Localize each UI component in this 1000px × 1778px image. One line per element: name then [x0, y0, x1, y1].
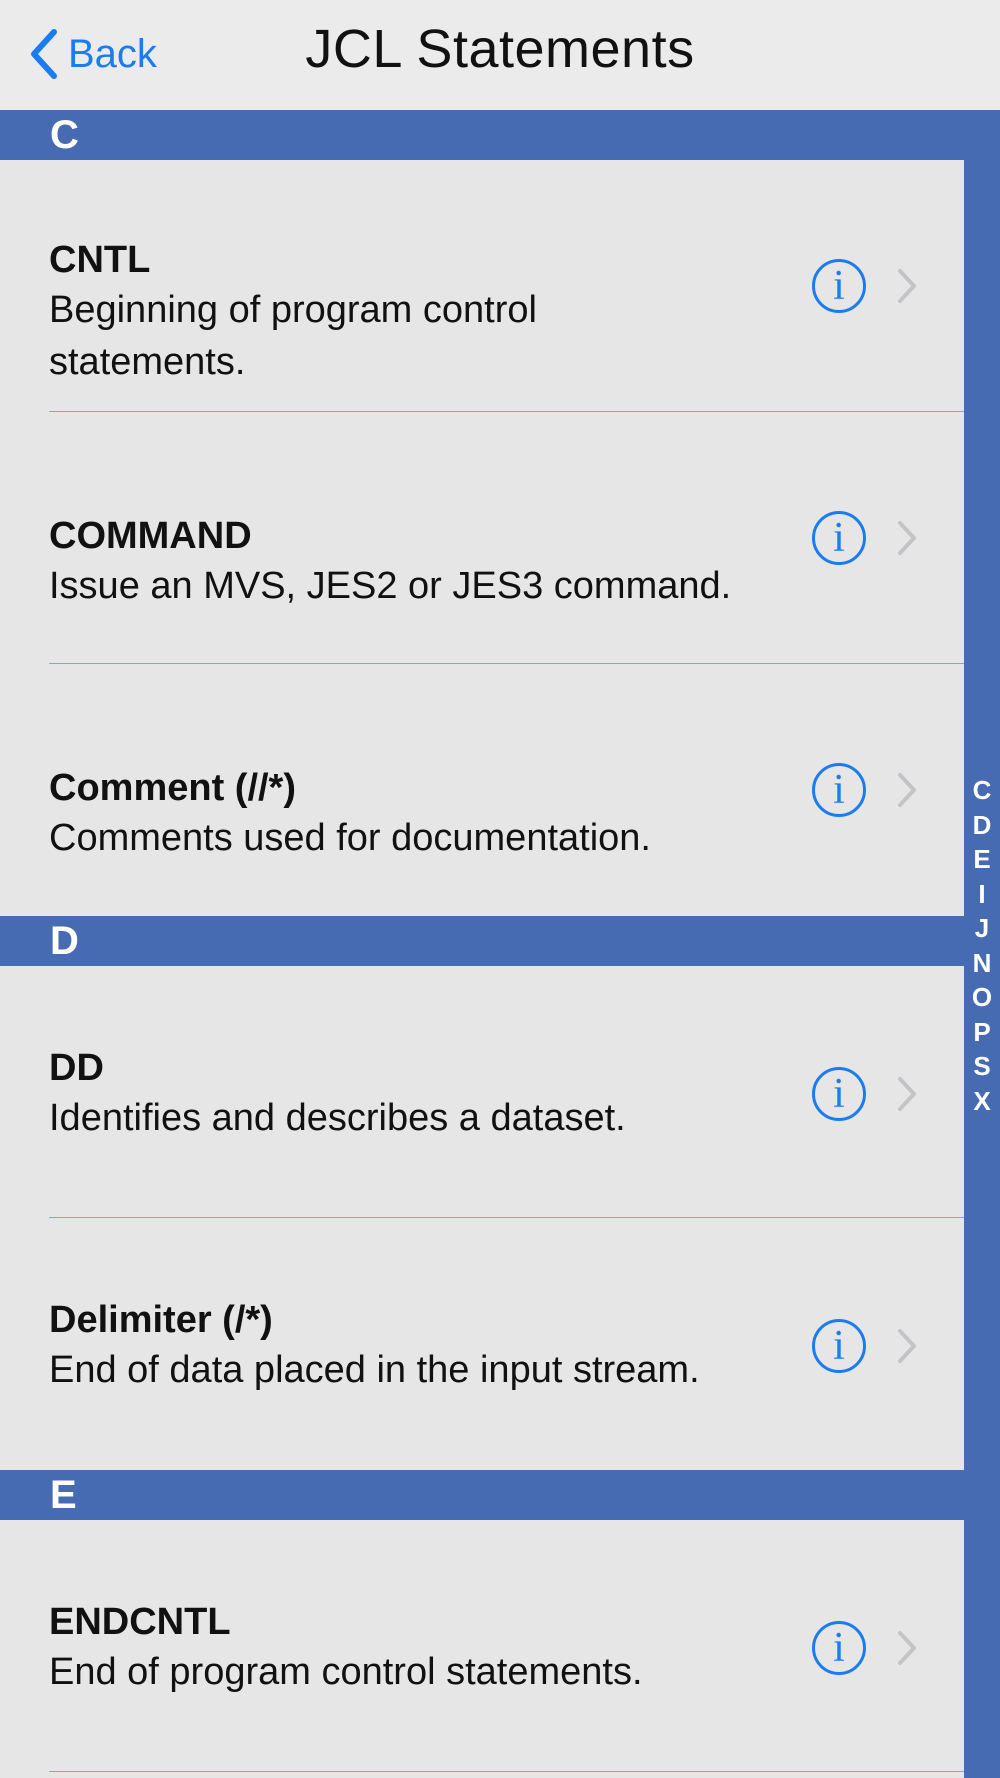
index-letter-c[interactable]: C	[973, 773, 992, 808]
chevron-right-icon	[898, 1329, 916, 1363]
list-item-comment[interactable]: Comment (//*) Comments used for document…	[0, 664, 964, 916]
list-item-text: Delimiter (/*) End of data placed in the…	[49, 1296, 789, 1396]
list-item-text: Comment (//*) Comments used for document…	[49, 764, 789, 864]
index-letter-i[interactable]: I	[978, 877, 985, 912]
list-item-description: Comments used for documentation.	[49, 817, 651, 859]
list-item-endcntl[interactable]: ENDCNTL End of program control statement…	[0, 1520, 964, 1772]
index-letter-p[interactable]: P	[973, 1015, 990, 1050]
list-item-title: DD	[49, 1047, 104, 1089]
index-letter-x[interactable]: X	[973, 1084, 990, 1119]
list-item-description: Issue an MVS, JES2 or JES3 command.	[49, 565, 732, 607]
index-letter-o[interactable]: O	[972, 980, 992, 1015]
index-letter-e[interactable]: E	[973, 842, 990, 877]
list-item-dd[interactable]: DD Identifies and describes a dataset. i	[0, 966, 964, 1218]
chevron-right-icon	[898, 773, 916, 807]
list-item-text: ENDCNTL End of program control statement…	[49, 1598, 789, 1698]
section-header-c: C	[0, 110, 964, 160]
list-item-delimiter[interactable]: Delimiter (/*) End of data placed in the…	[0, 1218, 964, 1470]
list-item-text: COMMAND Issue an MVS, JES2 or JES3 comma…	[49, 512, 789, 612]
list-item-title: Delimiter (/*)	[49, 1299, 273, 1341]
row-separator	[49, 1771, 964, 1772]
screen: Back JCL Statements C CNTL Beginning of …	[0, 0, 1000, 1778]
navigation-bar: Back JCL Statements	[0, 0, 1000, 110]
list-item-title: COMMAND	[49, 515, 252, 557]
chevron-right-icon	[898, 1631, 916, 1665]
list-item-description: End of program control statements.	[49, 1651, 643, 1693]
index-letter-n[interactable]: N	[973, 946, 992, 981]
section-header-e: E	[0, 1470, 964, 1520]
index-letter-d[interactable]: D	[973, 808, 992, 843]
list-item-description-line2: statements.	[49, 341, 246, 383]
chevron-right-icon	[898, 1077, 916, 1111]
list-item-description: Identifies and describes a dataset.	[49, 1097, 626, 1139]
chevron-right-icon	[898, 269, 916, 303]
info-circle-icon[interactable]: i	[812, 259, 866, 313]
list-item-title: Comment (//*)	[49, 767, 296, 809]
list-item-description: Beginning of program control	[49, 289, 537, 331]
list-item-title: CNTL	[49, 239, 151, 281]
list-item-text: DD Identifies and describes a dataset.	[49, 1044, 789, 1144]
info-circle-icon[interactable]: i	[812, 1621, 866, 1675]
statement-list: C CNTL Beginning of program control stat…	[0, 110, 964, 1772]
list-item-title: ENDCNTL	[49, 1601, 231, 1643]
info-circle-icon[interactable]: i	[812, 1067, 866, 1121]
section-header-d: D	[0, 916, 964, 966]
info-circle-icon[interactable]: i	[812, 511, 866, 565]
list-item-text: CNTL Beginning of program control statem…	[49, 236, 789, 388]
page-title: JCL Statements	[305, 19, 695, 79]
info-circle-icon[interactable]: i	[812, 763, 866, 817]
list-item-description: End of data placed in the input stream.	[49, 1349, 700, 1391]
section-index: C D E I J N O P S X	[964, 773, 1000, 1118]
chevron-right-icon	[898, 521, 916, 555]
list-item-command[interactable]: COMMAND Issue an MVS, JES2 or JES3 comma…	[0, 412, 964, 664]
list-item-cntl[interactable]: CNTL Beginning of program control statem…	[0, 160, 964, 412]
index-letter-s[interactable]: S	[973, 1049, 990, 1084]
index-letter-j[interactable]: J	[975, 911, 989, 946]
info-circle-icon[interactable]: i	[812, 1319, 866, 1373]
